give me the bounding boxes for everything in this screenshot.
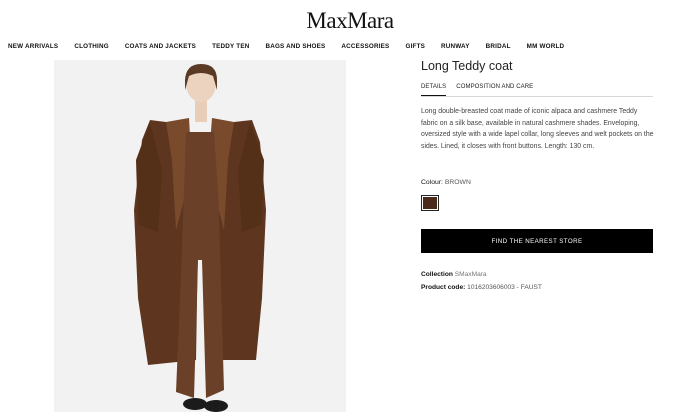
main-nav: NEW ARRIVALS CLOTHING COATS AND JACKETS … bbox=[8, 43, 580, 50]
collection-info: Collection SMaxMara bbox=[421, 271, 487, 278]
product-image[interactable] bbox=[54, 60, 346, 412]
tab-composition-and-care[interactable]: COMPOSITION AND CARE bbox=[456, 84, 533, 96]
nav-item-mm-world[interactable]: MM WORLD bbox=[527, 43, 565, 50]
product-code-info: Product code: 1016203606003 - FAUST bbox=[421, 284, 542, 291]
nav-item-coats-and-jackets[interactable]: COATS AND JACKETS bbox=[125, 43, 196, 50]
product-description: Long double-breasted coat made of iconic… bbox=[421, 108, 654, 150]
swatch-fill bbox=[423, 197, 437, 209]
colour-swatch-brown[interactable] bbox=[421, 195, 439, 211]
colour-value: BROWN bbox=[444, 179, 471, 186]
nav-item-clothing[interactable]: CLOTHING bbox=[74, 43, 108, 50]
colour-info: Colour: BROWN bbox=[421, 179, 471, 186]
collection-label: Collection bbox=[421, 271, 453, 278]
collection-value: SMaxMara bbox=[454, 271, 487, 278]
product-code-label: Product code: bbox=[421, 284, 466, 291]
nav-item-teddy-ten[interactable]: TEDDY TEN bbox=[212, 43, 249, 50]
nav-item-bridal[interactable]: BRIDAL bbox=[486, 43, 511, 50]
model-illustration bbox=[54, 60, 346, 412]
nav-item-new-arrivals[interactable]: NEW ARRIVALS bbox=[8, 43, 58, 50]
nav-item-accessories[interactable]: ACCESSORIES bbox=[341, 43, 389, 50]
colour-label: Colour: bbox=[421, 179, 443, 186]
product-info-tabs: DETAILS COMPOSITION AND CARE bbox=[421, 84, 653, 97]
brand-logo[interactable]: MaxMara bbox=[0, 8, 700, 34]
product-title: Long Teddy coat bbox=[421, 59, 513, 73]
tab-details[interactable]: DETAILS bbox=[421, 84, 447, 96]
nav-item-runway[interactable]: RUNWAY bbox=[441, 43, 470, 50]
find-store-button[interactable]: FIND THE NEAREST STORE bbox=[421, 229, 653, 253]
product-code-value: 1016203606003 - FAUST bbox=[467, 284, 542, 291]
nav-item-gifts[interactable]: GIFTS bbox=[405, 43, 425, 50]
nav-item-bags-and-shoes[interactable]: BAGS AND SHOES bbox=[265, 43, 325, 50]
